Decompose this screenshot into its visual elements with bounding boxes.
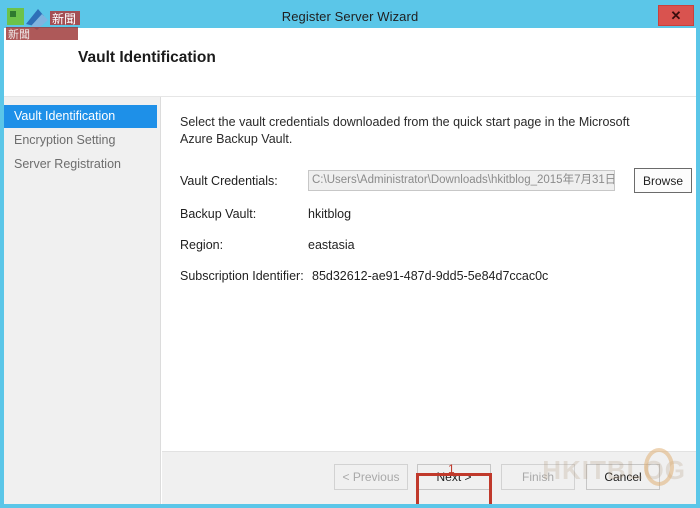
finish-button[interactable]: Finish bbox=[501, 464, 575, 490]
vault-credentials-label: Vault Credentials: bbox=[180, 174, 278, 188]
sidebar-item-label: Server Registration bbox=[14, 157, 121, 171]
instruction-text: Select the vault credentials downloaded … bbox=[180, 115, 630, 146]
region-row: Region: eastasia bbox=[180, 236, 690, 256]
title-bar: Register Server Wizard ✕ bbox=[4, 4, 696, 28]
backup-vault-row: Backup Vault: hkitblog bbox=[180, 205, 690, 225]
previous-button[interactable]: < Previous bbox=[334, 464, 408, 490]
close-icon[interactable]: ✕ bbox=[658, 5, 694, 26]
subscription-identifier-label: Subscription Identifier: bbox=[180, 269, 304, 283]
page-title: Vault Identification bbox=[78, 49, 216, 66]
register-server-wizard-window: Register Server Wizard ✕ 新聞 新聞 Vault Ide… bbox=[0, 0, 700, 508]
window-title: Register Server Wizard bbox=[281, 8, 419, 24]
subscription-identifier-value: 85d32612-ae91-487d-9dd5-5e84d7ccac0c bbox=[312, 269, 549, 283]
vault-credentials-row: Vault Credentials: C:\Users\Administrato… bbox=[180, 168, 692, 196]
annotation-step-number: 1 bbox=[448, 462, 455, 476]
sidebar-item-server-registration[interactable]: Server Registration bbox=[4, 153, 160, 176]
region-label: Region: bbox=[180, 238, 224, 252]
wizard-step-list: Vault Identification Encryption Setting … bbox=[4, 97, 161, 504]
browse-button[interactable]: Browse bbox=[634, 168, 692, 193]
cancel-button[interactable]: Cancel bbox=[586, 464, 660, 490]
subscription-identifier-row: Subscription Identifier: 85d32612-ae91-4… bbox=[180, 267, 690, 287]
backup-vault-value: hkitblog bbox=[308, 207, 352, 221]
backup-vault-label: Backup Vault: bbox=[180, 207, 257, 221]
vault-credentials-input[interactable]: C:\Users\Administrator\Downloads\hkitblo… bbox=[308, 170, 615, 191]
wizard-footer: < Previous Next > Finish Cancel bbox=[162, 451, 696, 504]
wizard-content: Select the vault credentials downloaded … bbox=[162, 97, 696, 504]
sidebar-item-encryption-setting[interactable]: Encryption Setting bbox=[4, 129, 160, 152]
sidebar-item-label: Encryption Setting bbox=[14, 133, 116, 147]
sidebar-item-label: Vault Identification bbox=[14, 109, 116, 123]
wizard-header: Vault Identification bbox=[4, 28, 696, 97]
region-value: eastasia bbox=[308, 238, 355, 252]
sidebar-item-vault-identification[interactable]: Vault Identification bbox=[4, 105, 157, 128]
